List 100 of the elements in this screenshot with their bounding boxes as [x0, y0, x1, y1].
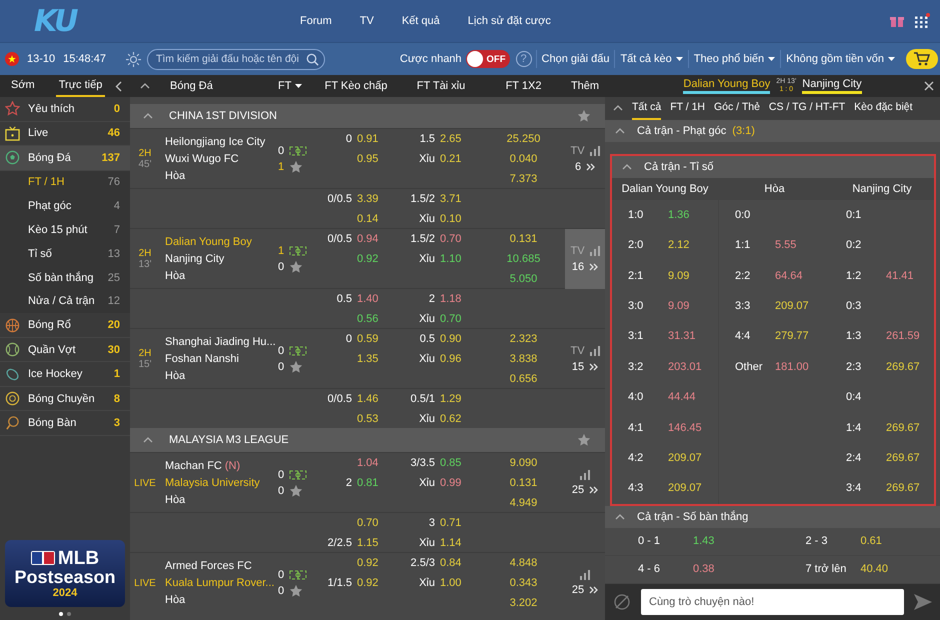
more-markets-cell[interactable]: TV 16	[565, 229, 605, 289]
chevron-up-icon[interactable]	[143, 113, 153, 119]
odds-value[interactable]: 1.10	[440, 253, 470, 265]
odds-value[interactable]: 0.90	[440, 333, 470, 345]
odds-value[interactable]: 9.09	[668, 270, 690, 282]
section-header[interactable]: Cả trận - Tỉ số	[612, 156, 934, 178]
odds-value[interactable]: 0.92	[357, 577, 387, 589]
more-markets-cell[interactable]: TV 15	[565, 329, 605, 389]
odds-value[interactable]: 0.14	[357, 213, 387, 225]
market-item[interactable]: Số bàn thắng 25	[0, 266, 130, 290]
odds-value[interactable]: 0.656	[510, 373, 538, 385]
odds-value[interactable]: 0.92	[357, 253, 387, 265]
odds-value[interactable]: 41.41	[886, 270, 914, 282]
odds-value[interactable]: 0.59	[357, 333, 387, 345]
odds-value[interactable]: 209.07	[775, 300, 809, 312]
odds-value[interactable]: 2.323	[510, 333, 538, 345]
odds-value[interactable]: 0.95	[357, 153, 387, 165]
odds-value[interactable]: 5.55	[775, 239, 796, 252]
filter-dropdown[interactable]: Tất cả kèo	[614, 50, 688, 68]
odds-value[interactable]: 0.343	[510, 577, 538, 589]
odds-value[interactable]: 0.70	[440, 313, 470, 325]
odds-value[interactable]: 31.31	[668, 330, 696, 342]
favorite-star-icon[interactable]	[289, 584, 304, 598]
odds-value[interactable]: 25.250	[506, 133, 540, 145]
search-field[interactable]: Tìm kiếm giải đấu hoặc tên đội	[146, 48, 325, 70]
nav-link[interactable]: Lịch sử đặt cược	[468, 15, 551, 27]
odds-value[interactable]: 0.21	[440, 153, 470, 165]
odds-value[interactable]: 0.131	[510, 477, 538, 489]
odds-value[interactable]: 0.56	[357, 313, 387, 325]
odds-value[interactable]: 269.67	[886, 482, 920, 494]
odds-value[interactable]: 3.39	[357, 193, 387, 205]
sport-tab[interactable]: Sớm	[8, 75, 38, 97]
chevron-up-icon[interactable]	[140, 83, 150, 89]
stats-bars-icon[interactable]	[580, 570, 590, 580]
double-chevron-icon[interactable]	[589, 363, 598, 371]
odds-value[interactable]: 1.40	[357, 293, 387, 305]
filter-dropdown[interactable]: Theo phổ biến	[688, 50, 780, 68]
odds-value[interactable]: 4.949	[510, 497, 538, 509]
quick-bet-toggle[interactable]: OFF	[466, 50, 510, 68]
nav-link[interactable]: TV	[360, 15, 374, 27]
odds-value[interactable]: 203.01	[668, 360, 702, 373]
league-header[interactable]: MALAYSIA M3 LEAGUE	[130, 428, 605, 452]
odds-value[interactable]: 269.67	[886, 360, 920, 373]
chevron-up-icon[interactable]	[143, 437, 153, 443]
odds-value[interactable]: 0.10	[440, 213, 470, 225]
more-markets-cell[interactable]: 25	[565, 553, 605, 613]
market-tab[interactable]: CS / TG / HT-FT	[768, 96, 846, 120]
odds-value[interactable]: 2.65	[440, 133, 470, 145]
odds-value[interactable]: 0.81	[357, 477, 387, 489]
odds-value[interactable]: 1.43	[693, 535, 714, 548]
odds-value[interactable]: 3.838	[510, 353, 538, 365]
market-tab[interactable]: Kèo đặc biệt	[854, 96, 913, 120]
odds-value[interactable]: 2.12	[668, 239, 690, 252]
chat-input[interactable]: Cùng trò chuyện nào!	[641, 588, 904, 615]
market-tab[interactable]: Góc / Thẻ	[714, 96, 760, 120]
odds-value[interactable]: 0.70	[440, 233, 470, 245]
stats-bars-icon[interactable]	[590, 246, 600, 256]
favorite-star-icon[interactable]	[289, 484, 304, 498]
odds-value[interactable]: 279.77	[775, 330, 809, 342]
favorite-star-icon[interactable]	[577, 109, 591, 123]
market-item[interactable]: Nửa / Cả trận 12	[0, 289, 130, 314]
close-icon[interactable]	[924, 80, 934, 91]
stats-bars-icon[interactable]	[590, 146, 600, 156]
odds-value[interactable]: 3.71	[440, 193, 470, 205]
odds-value[interactable]: 1.46	[357, 393, 387, 405]
period-dropdown[interactable]: FT	[278, 80, 302, 92]
sport-item[interactable]: Bóng Đá 137	[0, 146, 130, 170]
favorite-star-icon[interactable]	[289, 260, 304, 274]
chevron-up-icon[interactable]	[622, 164, 632, 170]
odds-value[interactable]: 0.99	[440, 477, 470, 489]
odds-value[interactable]: 0.38	[693, 563, 714, 576]
odds-value[interactable]: 1.29	[440, 393, 470, 405]
market-item[interactable]: FT / 1H 76	[0, 170, 130, 194]
gift-icon[interactable]	[890, 14, 904, 28]
carousel-dot[interactable]	[59, 612, 63, 616]
odds-value[interactable]: 1.18	[440, 293, 470, 305]
chevron-left-icon[interactable]	[115, 80, 122, 92]
odds-value[interactable]: 1.36	[668, 208, 690, 221]
odds-value[interactable]: 3.202	[510, 597, 538, 609]
favorite-star-icon[interactable]	[577, 433, 591, 447]
odds-value[interactable]: 64.64	[775, 270, 803, 282]
nav-link[interactable]: Kết quả	[402, 15, 440, 27]
carousel-dot[interactable]	[67, 612, 71, 616]
apps-grid-icon[interactable]	[914, 13, 930, 29]
odds-value[interactable]: 261.59	[886, 330, 920, 342]
odds-value[interactable]: 269.67	[886, 452, 920, 464]
odds-value[interactable]: 4.848	[510, 557, 538, 569]
sun-icon[interactable]	[126, 52, 141, 66]
odds-value[interactable]: 0.92	[357, 557, 387, 569]
odds-value[interactable]: 0.96	[440, 353, 470, 365]
odds-value[interactable]: 5.050	[510, 273, 538, 285]
market-item[interactable]: Tỉ số 13	[0, 242, 130, 266]
odds-value[interactable]: 0.84	[440, 557, 470, 569]
chat-off-icon[interactable]	[613, 592, 631, 611]
odds-value[interactable]: 0.61	[860, 535, 882, 548]
odds-value[interactable]: 0.70	[357, 517, 387, 529]
more-markets-cell[interactable]: TV 6	[565, 129, 605, 189]
chevron-up-icon[interactable]	[613, 105, 623, 112]
odds-value[interactable]: 0.71	[440, 517, 470, 529]
section-header[interactable]: Cả trận - Số bàn thắng	[605, 506, 940, 528]
